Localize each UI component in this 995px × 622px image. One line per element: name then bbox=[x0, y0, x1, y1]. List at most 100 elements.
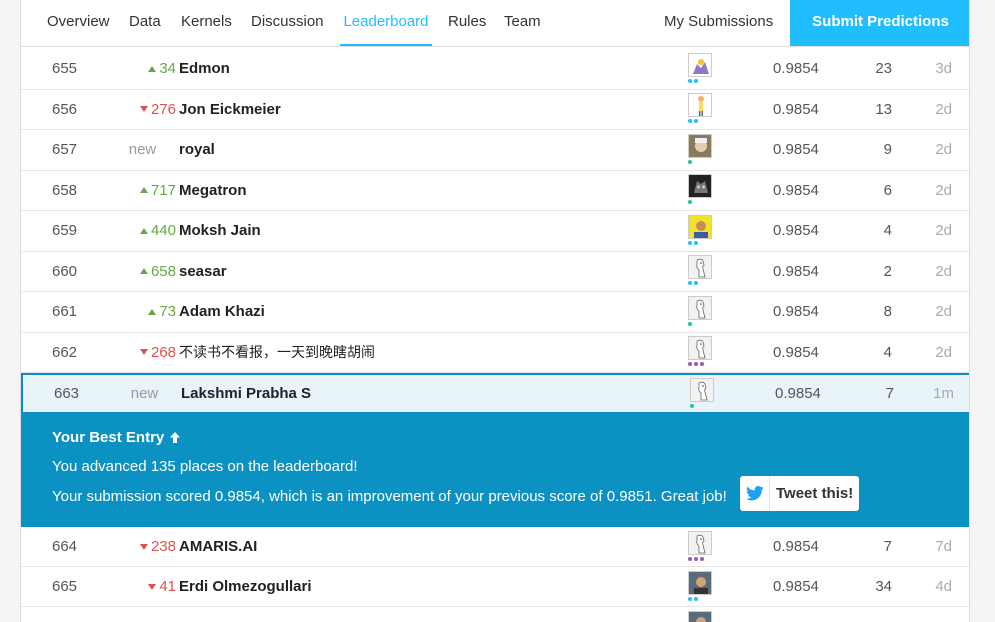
rank-change: 268 bbox=[109, 333, 176, 373]
team-name[interactable]: Erdi Olmezogullari bbox=[179, 567, 312, 606]
avatar[interactable] bbox=[688, 610, 712, 622]
team-members[interactable] bbox=[688, 93, 714, 125]
rank: 661 bbox=[52, 303, 78, 321]
score: 0.9854 bbox=[775, 385, 821, 402]
tab-team[interactable]: Team bbox=[504, 0, 541, 46]
medal-dot bbox=[694, 78, 698, 83]
leaderboard-row-partial bbox=[21, 607, 969, 622]
competition-nav: Overview Data Kernels Discussion Leaderb… bbox=[21, 0, 969, 47]
team-members[interactable] bbox=[688, 174, 714, 206]
my-submissions-link[interactable]: My Submissions bbox=[664, 0, 773, 46]
medal-dot bbox=[688, 321, 692, 326]
score: 0.9854 bbox=[773, 222, 819, 240]
team-members[interactable] bbox=[688, 133, 714, 166]
entries-count: 4 bbox=[883, 222, 892, 240]
entries-count: 13 bbox=[875, 100, 892, 118]
team-name[interactable]: Jon Eickmeier bbox=[179, 90, 281, 130]
entries-count: 4 bbox=[883, 343, 892, 361]
tab-overview[interactable]: Overview bbox=[47, 0, 110, 46]
entries-count: 6 bbox=[883, 181, 892, 199]
submit-predictions-button[interactable]: Submit Predictions bbox=[790, 0, 969, 46]
avatar[interactable] bbox=[688, 133, 712, 158]
avatar[interactable] bbox=[688, 93, 712, 118]
rank: 658 bbox=[52, 181, 78, 199]
tab-rules[interactable]: Rules bbox=[448, 0, 486, 46]
team-members[interactable] bbox=[688, 610, 714, 622]
avatar[interactable] bbox=[688, 295, 712, 320]
leaderboard-row: 661 73 Adam Khazi 0.9854 8 2d bbox=[21, 292, 969, 333]
rank: 660 bbox=[52, 262, 78, 280]
team-name[interactable]: royal bbox=[179, 130, 215, 170]
avatar[interactable] bbox=[688, 174, 712, 199]
delta-new: new bbox=[130, 385, 159, 402]
team-members[interactable] bbox=[688, 570, 714, 603]
team-name[interactable]: seasar bbox=[179, 252, 227, 292]
rank-change: 440 bbox=[109, 211, 176, 251]
leaderboard-row: 664 238 AMARIS.AI 0.9854 7 7d bbox=[21, 527, 969, 567]
team-name[interactable]: 不读书不看报，一天到晚瞎胡闹 bbox=[179, 333, 375, 373]
medal-dot bbox=[688, 596, 692, 601]
avatar[interactable] bbox=[690, 377, 714, 402]
team-name[interactable]: AMARIS.AI bbox=[179, 527, 257, 566]
avatar[interactable] bbox=[688, 214, 712, 239]
team-name[interactable]: Adam Khazi bbox=[179, 292, 265, 332]
medal-dot bbox=[688, 119, 692, 124]
tab-discussion[interactable]: Discussion bbox=[251, 0, 324, 46]
team-members[interactable] bbox=[688, 530, 714, 563]
medal-dot bbox=[694, 119, 698, 124]
last-submission: 2d bbox=[935, 303, 952, 321]
tab-leaderboard[interactable]: Leaderboard bbox=[340, 0, 432, 46]
last-submission: 3d bbox=[935, 60, 952, 78]
rank-down-icon bbox=[139, 349, 148, 356]
rank-up-icon bbox=[148, 65, 157, 72]
medal-dot bbox=[688, 362, 692, 367]
leaderboard-row: 658 717 Megatron 0.9854 6 2d bbox=[21, 170, 969, 211]
tab-data[interactable]: Data bbox=[129, 0, 161, 46]
leaderboard-row: 660 658 seasar 0.9854 2 2d bbox=[21, 251, 969, 292]
best-entry-title: Your Best Entry bbox=[52, 429, 181, 446]
rank: 663 bbox=[54, 385, 80, 402]
score: 0.9854 bbox=[773, 60, 819, 78]
twitter-icon bbox=[740, 476, 770, 511]
delta-value: 440 bbox=[150, 222, 176, 240]
leaderboard-row: 659 440 Moksh Jain 0.9854 4 2d bbox=[21, 211, 969, 252]
avatar[interactable] bbox=[688, 255, 712, 280]
team-members[interactable] bbox=[688, 214, 714, 247]
team-name[interactable]: Megatron bbox=[179, 171, 247, 211]
entries-count: 8 bbox=[883, 303, 892, 321]
leaderboard-row: 665 41 Erdi Olmezogullari 0.9854 34 4d bbox=[21, 567, 969, 607]
avatar[interactable] bbox=[688, 52, 712, 77]
team-members[interactable] bbox=[688, 295, 714, 328]
avatar[interactable] bbox=[688, 530, 712, 555]
leaderboard-panel: Overview Data Kernels Discussion Leaderb… bbox=[20, 0, 970, 622]
team-members[interactable] bbox=[688, 52, 714, 85]
rank: 662 bbox=[52, 343, 78, 361]
last-submission: 2d bbox=[935, 343, 952, 361]
tab-kernels[interactable]: Kernels bbox=[181, 0, 232, 46]
rank: 664 bbox=[52, 538, 78, 555]
team-members[interactable] bbox=[688, 336, 714, 368]
arrow-up-icon bbox=[170, 432, 181, 443]
score: 0.9854 bbox=[773, 303, 819, 321]
delta-value: 34 bbox=[159, 60, 176, 78]
team-name[interactable]: Lakshmi Prabha S bbox=[181, 375, 311, 412]
team-members[interactable] bbox=[690, 377, 716, 410]
team-name[interactable]: Edmon bbox=[179, 49, 230, 89]
avatar[interactable] bbox=[688, 336, 712, 361]
medal-dot bbox=[688, 78, 692, 83]
leaderboard-row: 656 276 Jon Eickmeier 0.9854 13 2d bbox=[21, 89, 969, 130]
rank-change: 41 bbox=[109, 567, 176, 606]
rank-down-icon bbox=[139, 543, 148, 550]
entries-count: 7 bbox=[885, 385, 894, 402]
entries-count: 23 bbox=[875, 60, 892, 78]
tweet-button[interactable]: Tweet this! bbox=[740, 476, 859, 511]
medal-dot bbox=[688, 159, 692, 164]
rank-change: 658 bbox=[109, 252, 176, 292]
entries-count: 2 bbox=[883, 262, 892, 280]
avatar[interactable] bbox=[688, 570, 712, 595]
best-entry-banner: Your Best Entry You advanced 135 places … bbox=[21, 413, 969, 527]
last-submission: 2d bbox=[935, 181, 952, 199]
team-name[interactable]: Moksh Jain bbox=[179, 211, 261, 251]
team-members[interactable] bbox=[688, 255, 714, 287]
rank-change: 238 bbox=[109, 527, 176, 566]
